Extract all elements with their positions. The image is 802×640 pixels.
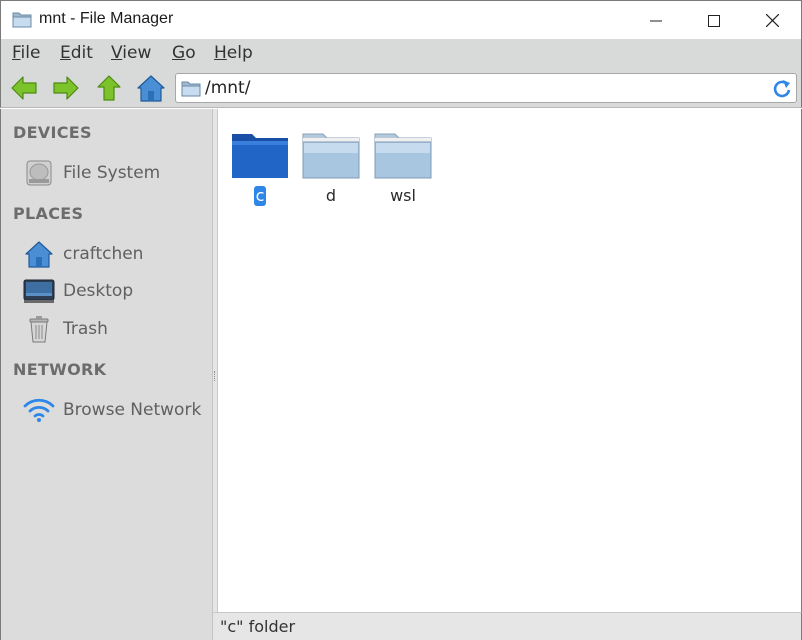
- location-bar[interactable]: /mnt/: [175, 73, 797, 103]
- folder-item-d[interactable]: d: [299, 130, 363, 220]
- menu-label: elp: [226, 43, 253, 63]
- folder-name: wsl: [390, 186, 416, 205]
- folder-name: c: [253, 186, 267, 206]
- minimize-icon: [650, 20, 662, 21]
- folder-icon: [12, 11, 32, 28]
- network-icon: [23, 395, 55, 425]
- status-text: "c" folder: [220, 617, 296, 636]
- sidebar-item-label: Browse Network: [63, 400, 202, 420]
- back-button[interactable]: [9, 73, 39, 103]
- folder-icon: [181, 80, 201, 101]
- sidebar: DEVICES File System PLACES craftchen Des…: [0, 109, 213, 640]
- folder-icon: [302, 133, 360, 179]
- sidebar-item-label: Trash: [63, 319, 108, 339]
- forward-icon: [53, 76, 79, 100]
- sidebar-heading-places: PLACES: [13, 204, 84, 223]
- menu-label: dit: [70, 43, 93, 63]
- home-icon: [23, 239, 55, 269]
- forward-button[interactable]: [51, 73, 81, 103]
- up-icon: [97, 75, 121, 101]
- folder-icon: [232, 134, 288, 178]
- menu-mnemonic: F: [12, 43, 21, 63]
- folder-icon: [374, 133, 432, 179]
- menu-file[interactable]: File: [12, 43, 40, 63]
- sidebar-item-desktop[interactable]: Desktop: [23, 274, 209, 308]
- minimize-button[interactable]: [627, 1, 685, 40]
- maximize-button[interactable]: [685, 1, 743, 40]
- home-button[interactable]: [136, 73, 166, 103]
- close-button[interactable]: [743, 1, 801, 40]
- sidebar-item-label: Desktop: [63, 281, 134, 301]
- sidebar-heading-devices: DEVICES: [13, 123, 92, 142]
- sidebar-item-file-system[interactable]: File System: [23, 156, 209, 190]
- menu-label: iew: [122, 43, 152, 63]
- sidebar-item-label: craftchen: [63, 244, 144, 264]
- menu-bar: File Edit View Go Help: [0, 39, 802, 68]
- menu-help[interactable]: Help: [214, 43, 253, 63]
- trash-icon: [23, 314, 55, 344]
- back-icon: [11, 76, 37, 100]
- menu-mnemonic: H: [214, 43, 227, 63]
- splitter-grip: [214, 371, 217, 381]
- maximize-icon: [708, 14, 720, 27]
- menu-mnemonic: V: [111, 43, 123, 63]
- home-icon: [137, 75, 165, 102]
- folder-item-wsl[interactable]: wsl: [371, 130, 435, 220]
- sidebar-item-label: File System: [63, 163, 161, 183]
- menu-go[interactable]: Go: [172, 43, 196, 63]
- menu-edit[interactable]: Edit: [60, 43, 93, 63]
- sidebar-heading-network: NETWORK: [13, 360, 107, 379]
- menu-mnemonic: E: [60, 43, 71, 63]
- menu-label: ile: [20, 43, 41, 63]
- sidebar-item-trash[interactable]: Trash: [23, 312, 209, 346]
- toolbar: /mnt/: [0, 68, 802, 108]
- title-bar: mnt - File Manager: [0, 0, 802, 39]
- window-title: mnt - File Manager: [39, 10, 174, 27]
- menu-label: o: [185, 43, 196, 63]
- menu-mnemonic: G: [172, 43, 186, 63]
- menu-view[interactable]: View: [111, 43, 151, 63]
- close-icon: [765, 14, 779, 27]
- drive-icon: [23, 158, 55, 188]
- folder-name: d: [325, 186, 337, 205]
- status-bar: "c" folder: [213, 612, 802, 640]
- file-view[interactable]: c d wsl: [218, 109, 802, 612]
- reload-icon[interactable]: [771, 78, 793, 100]
- sidebar-item-home[interactable]: craftchen: [23, 237, 209, 271]
- sidebar-item-browse-network[interactable]: Browse Network: [23, 393, 209, 427]
- desktop-icon: [23, 276, 55, 306]
- location-path[interactable]: /mnt/: [205, 78, 250, 98]
- folder-item-c[interactable]: c: [228, 130, 292, 220]
- up-button[interactable]: [94, 73, 124, 103]
